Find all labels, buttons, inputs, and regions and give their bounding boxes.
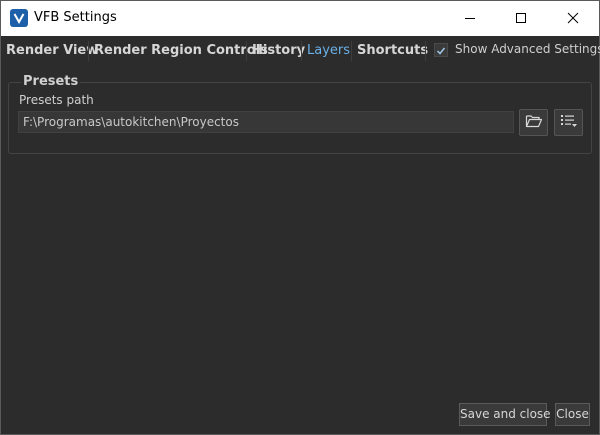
tab-render-region-controls[interactable]: Render Region Controls bbox=[94, 37, 268, 64]
presets-group-title: Presets bbox=[21, 74, 81, 89]
window-title: VFB Settings bbox=[34, 10, 117, 25]
minimize-icon bbox=[464, 9, 476, 28]
title-bar[interactable]: VFB Settings bbox=[1, 1, 599, 36]
folder-open-icon bbox=[525, 113, 543, 133]
list-menu-icon bbox=[559, 113, 579, 133]
presets-path-label: Presets path bbox=[19, 93, 94, 107]
show-advanced-checkbox[interactable] bbox=[434, 43, 448, 57]
minimize-button[interactable] bbox=[447, 1, 493, 36]
vray-logo-icon bbox=[10, 9, 28, 27]
close-icon bbox=[567, 9, 579, 28]
tab-divider bbox=[246, 41, 247, 61]
show-advanced-label[interactable]: Show Advanced Settings bbox=[455, 42, 600, 56]
tab-history[interactable]: History bbox=[252, 37, 305, 64]
checkmark-icon bbox=[436, 41, 446, 60]
close-window-button[interactable] bbox=[550, 1, 596, 36]
tab-layers[interactable]: Layers bbox=[307, 37, 350, 64]
vfb-settings-window: VFB Settings Render View Render Region C… bbox=[0, 0, 600, 435]
tab-shortcuts[interactable]: Shortcuts bbox=[357, 37, 428, 64]
save-and-close-button[interactable]: Save and close bbox=[459, 403, 551, 426]
presets-menu-button[interactable] bbox=[554, 109, 583, 136]
close-button[interactable]: Close bbox=[555, 403, 590, 426]
tab-divider bbox=[301, 41, 302, 61]
tab-divider bbox=[425, 41, 426, 61]
maximize-icon bbox=[515, 9, 527, 28]
tab-render-view[interactable]: Render View bbox=[6, 37, 98, 64]
maximize-button[interactable] bbox=[498, 1, 544, 36]
tab-divider bbox=[351, 41, 352, 61]
browse-folder-button[interactable] bbox=[519, 109, 548, 136]
tab-divider bbox=[88, 41, 89, 61]
presets-path-input[interactable] bbox=[18, 111, 514, 133]
